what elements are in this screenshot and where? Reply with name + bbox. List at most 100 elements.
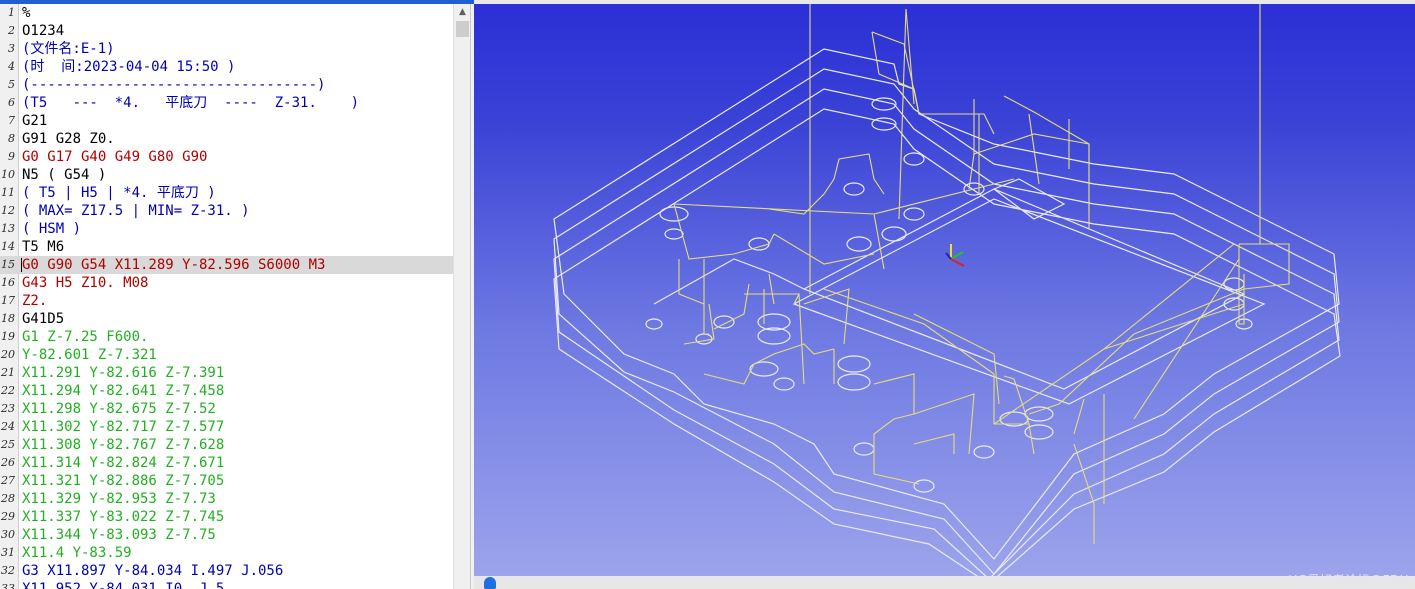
code-line[interactable]: 4 (时 间:2023-04-04 15:50 ) [0,58,453,76]
code-line[interactable]: 13 ( HSM ) [0,220,453,238]
line-number: 20 [1,348,15,361]
line-number: 28 [1,492,15,505]
line-number: 32 [1,564,15,577]
code-text: G3 X11.897 Y-84.034 I.497 J.056 [22,563,284,579]
line-number: 11 [1,186,15,199]
code-text: G41D5 [22,311,65,327]
line-number: 30 [1,528,15,541]
code-text: O1234 [22,23,65,39]
line-number: 17 [1,294,15,307]
code-line[interactable]: 5 (----------------------------------) [0,76,453,94]
code-line[interactable]: 8 G91 G28 Z0. [0,130,453,148]
code-line[interactable]: 7 G21 [0,112,453,130]
line-number: 19 [1,330,15,343]
line-number: 27 [1,474,15,487]
code-line[interactable]: 23 X11.298 Y-82.675 Z-7.52 [0,400,453,418]
line-number: 25 [1,438,15,451]
code-line[interactable]: 3 (文件名:E-1) [0,40,453,58]
line-number: 12 [1,204,15,217]
scroll-up-icon[interactable]: ▲ [454,4,470,20]
code-line[interactable]: 30 X11.344 Y-83.093 Z-7.75 [0,526,453,544]
code-line[interactable]: 27 X11.321 Y-82.886 Z-7.705 [0,472,453,490]
line-number: 2 [8,24,15,37]
line-number: 24 [1,420,15,433]
code-line[interactable]: 11 ( T5 | H5 | *4. 平底刀 ) [0,184,453,202]
code-text: G21 [22,113,48,129]
line-number: 10 [1,168,15,181]
code-line[interactable]: 20 Y-82.601 Z-7.321 [0,346,453,364]
vertical-scrollbar[interactable]: ▲ [453,4,470,589]
code-line[interactable]: 33 X11.952 Y-84.031 I0. J.5 [0,580,453,589]
line-number: 29 [1,510,15,523]
code-line[interactable]: 1% [0,4,453,22]
code-text: G91 G28 Z0. [22,131,115,147]
code-text: G0 G17 G40 G49 G80 G90 [22,149,208,165]
code-text: X11.4 Y-83.59 [22,545,132,561]
code-text: % [22,5,31,21]
scroll-thumb[interactable] [456,21,469,37]
line-number: 15 [1,258,15,271]
code-line[interactable]: 22 X11.294 Y-82.641 Z-7.458 [0,382,453,400]
code-text: X11.314 Y-82.824 Z-7.671 [22,455,225,471]
code-text: X11.308 Y-82.767 Z-7.628 [22,437,225,453]
code-text: G43 H5 Z10. M08 [22,275,149,291]
code-line[interactable]: 29 X11.337 Y-83.022 Z-7.745 [0,508,453,526]
toolpath-drawing [553,4,1341,585]
code-line[interactable]: 9 G0 G17 G40 G49 G80 G90 [0,148,453,166]
code-line[interactable]: 2 O1234 [0,22,453,40]
line-number: 5 [8,78,15,91]
code-line[interactable]: 19 G1 Z-7.25 F600. [0,328,453,346]
code-line-selected[interactable]: 15 G0 G90 G54 X11.289 Y-82.596 S6000 M3 [0,256,453,274]
code-line[interactable]: 14 T5 M6 [0,238,453,256]
code-text: (时 间:2023-04-04 15:50 ) [22,59,236,75]
line-number: 16 [1,276,15,289]
code-line[interactable]: 25 X11.308 Y-82.767 Z-7.628 [0,436,453,454]
code-line[interactable]: 32 G3 X11.897 Y-84.034 I.497 J.056 [0,562,453,580]
code-lines: 1% 2 O1234 3 (文件名:E-1) 4 (时 间:2023-04-04 15:50… [0,4,453,589]
code-line[interactable]: 24 X11.302 Y-82.717 Z-7.577 [0,418,453,436]
line-number: 26 [1,456,15,469]
line-number: 7 [8,114,15,127]
code-text: Z2. [22,293,48,309]
line-number: 4 [8,60,15,73]
code-text: X11.321 Y-82.886 Z-7.705 [22,473,225,489]
line-number: 13 [1,222,15,235]
line-number: 22 [1,384,15,397]
line-number: 23 [1,402,15,415]
toolpath-3d-viewport[interactable]: UG爱好者论坛@FDU [474,4,1415,589]
nc-code-editor[interactable]: 1% 2 O1234 3 (文件名:E-1) 4 (时 间:2023-04-04 15:50… [0,4,471,589]
code-text: G1 Z-7.25 F600. [22,329,149,345]
line-number: 33 [1,582,15,589]
code-line[interactable]: 18 G41D5 [0,310,453,328]
code-line[interactable]: 12 ( MAX= Z17.5 | MIN= Z-31. ) [0,202,453,220]
code-text: Y-82.601 Z-7.321 [22,347,157,363]
line-number: 18 [1,312,15,325]
code-text: G0 G90 G54 X11.289 Y-82.596 S6000 M3 [22,257,326,273]
code-text: X11.344 Y-83.093 Z-7.75 [22,527,216,543]
code-line[interactable]: 10 N5 ( G54 ) [0,166,453,184]
line-number: 14 [1,240,15,253]
code-line[interactable]: 16 G43 H5 Z10. M08 [0,274,453,292]
axis-triad-icon [945,244,965,267]
text-caret [21,258,22,272]
line-number: 21 [1,366,15,379]
viewport-scroll-knob[interactable] [484,577,496,589]
code-line[interactable]: 17 Z2. [0,292,453,310]
code-line[interactable]: 31 X11.4 Y-83.59 [0,544,453,562]
code-line[interactable]: 28 X11.329 Y-82.953 Z-7.73 [0,490,453,508]
code-text: ( HSM ) [22,221,82,237]
line-number: 8 [8,132,15,145]
code-line[interactable]: 6 (T5 --- *4. 平底刀 ---- Z-31. ) [0,94,453,112]
code-text: (----------------------------------) [22,77,326,93]
code-line[interactable]: 26 X11.314 Y-82.824 Z-7.671 [0,454,453,472]
code-text: ( T5 | H5 | *4. 平底刀 ) [22,185,216,201]
code-text: N5 ( G54 ) [22,167,107,183]
viewport-horizontal-scrollbar[interactable] [474,576,1415,589]
line-number: 6 [8,96,15,109]
code-text: X11.298 Y-82.675 Z-7.52 [22,401,216,417]
part-outline [553,48,1341,585]
code-text: ( MAX= Z17.5 | MIN= Z-31. ) [22,203,250,219]
code-text: (文件名:E-1) [22,41,115,57]
code-line[interactable]: 21 X11.291 Y-82.616 Z-7.391 [0,364,453,382]
code-text: (T5 --- *4. 平底刀 ---- Z-31. ) [22,95,360,111]
